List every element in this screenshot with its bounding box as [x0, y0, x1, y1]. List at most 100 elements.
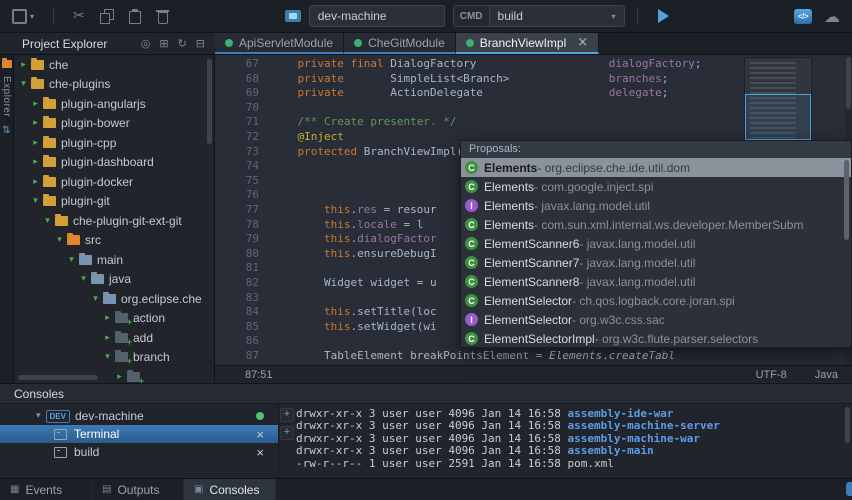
proposal-item[interactable]: C ElementScanner6 - javax.lang.model.util	[461, 234, 851, 253]
tree-item-plugin-docker[interactable]: ▸ plugin-docker	[14, 172, 214, 192]
tab-events[interactable]: Events	[0, 479, 92, 500]
proposal-item[interactable]: I Elements - javax.lang.model.util	[461, 196, 851, 215]
proposal-item[interactable]: C ElementScanner7 - javax.lang.model.util	[461, 253, 851, 272]
encoding-indicator[interactable]: UTF-8	[756, 369, 787, 381]
line-number: 84	[245, 305, 259, 319]
scrollbar-thumb[interactable]	[844, 160, 849, 240]
proposal-item[interactable]: C Elements - com.sun.xml.internal.ws.deve…	[461, 215, 851, 234]
line-number: 67	[245, 57, 259, 70]
chevron-right-icon[interactable]: ▸	[102, 313, 113, 323]
cloud-icon[interactable]: ☁	[824, 7, 840, 26]
proposal-item[interactable]: I ElementSelector - org.w3c.css.sac	[461, 310, 851, 329]
plus-button[interactable]: +	[280, 426, 294, 440]
copy-icon[interactable]	[99, 9, 114, 24]
minimap[interactable]	[744, 57, 812, 143]
chevron-down-icon[interactable]: ▾	[30, 196, 41, 206]
line-number: 73	[245, 144, 259, 158]
close-tab-icon[interactable]: ×	[577, 36, 588, 49]
folder-icon	[43, 155, 56, 168]
chevron-down-icon[interactable]: ▾	[102, 352, 113, 362]
project-folder-icon[interactable]	[1, 58, 12, 68]
tree-item-plugin-git[interactable]: ▾ plugin-git	[14, 192, 214, 212]
console-scrollbar[interactable]	[845, 407, 850, 475]
tree-item-action[interactable]: ▸ + action	[14, 309, 214, 329]
tree-item-plugin-cpp[interactable]: ▸ plugin-cpp	[14, 133, 214, 153]
tab-outputs[interactable]: Outputs	[92, 479, 184, 500]
tree-horizontal-scrollbar[interactable]	[18, 375, 203, 380]
minimap-viewport[interactable]	[745, 94, 811, 140]
tree-item-plugin-bower[interactable]: ▸ plugin-bower	[14, 114, 214, 134]
tree-item-che-plugin-git-ext-git[interactable]: ▾ che-plugin-git-ext-git	[14, 211, 214, 231]
tree-vertical-scrollbar[interactable]	[207, 59, 212, 359]
tree-item-add[interactable]: ▸ + add	[14, 328, 214, 348]
proposal-item[interactable]: C ElementSelectorImpl - org.w3c.flute.par…	[461, 329, 851, 347]
close-icon[interactable]: ×	[256, 446, 264, 459]
command-selector[interactable]: build ▾	[488, 5, 625, 27]
line-number: 71	[245, 115, 259, 129]
code-preview-icon[interactable]: </>	[793, 8, 812, 24]
link-with-editor-icon[interactable]: ⊞	[159, 37, 168, 50]
chevron-down-icon[interactable]: ▾	[90, 294, 101, 304]
editor-tab-CheGitModule[interactable]: CheGitModule	[344, 33, 456, 54]
tree-item-src[interactable]: ▾ src	[14, 231, 214, 251]
chevron-right-icon[interactable]: ▸	[30, 99, 41, 109]
line-number: 86	[245, 334, 259, 348]
refresh-icon[interactable]: ↻	[178, 37, 187, 50]
line-number: 80	[245, 246, 259, 260]
close-icon[interactable]: ×	[256, 428, 264, 441]
class-icon: C	[465, 180, 478, 193]
chevron-down-icon[interactable]: ▾	[42, 216, 53, 226]
tree-item-plugin-dashboard[interactable]: ▸ plugin-dashboard	[14, 153, 214, 173]
tree-item-che[interactable]: ▸ che	[14, 55, 214, 75]
panel-resize-handle[interactable]	[846, 482, 852, 496]
chevron-right-icon[interactable]: ▸	[102, 333, 113, 343]
machine-selector[interactable]: dev-machine	[308, 5, 445, 27]
process-build[interactable]: build ×	[0, 443, 278, 461]
tree-item-org.eclipse.che[interactable]: ▾ org.eclipse.che	[14, 289, 214, 309]
tree-item-main[interactable]: ▾ main	[14, 250, 214, 270]
editor-tab-BranchViewImpl[interactable]: BranchViewImpl ×	[455, 33, 600, 54]
chevron-down-icon[interactable]: ▾	[18, 79, 29, 89]
chevron-down-icon[interactable]: ▾	[78, 274, 89, 284]
process-terminal[interactable]: Terminal ×	[0, 425, 278, 443]
console-icon	[54, 446, 67, 458]
run-button[interactable]	[657, 9, 669, 23]
tree-item-che-plugins[interactable]: ▾ che-plugins	[14, 75, 214, 95]
console-output[interactable]: drwxr-xr-x 3 user user 4096 Jan 14 16:58…	[296, 408, 842, 478]
proposal-item[interactable]: C ElementScanner8 - javax.lang.model.util	[461, 272, 851, 291]
scrollbar-thumb[interactable]	[207, 59, 212, 144]
collapse-all-icon[interactable]: ⊟	[196, 37, 205, 50]
proposal-item[interactable]: C ElementSelector - ch.qos.logback.core.j…	[461, 291, 851, 310]
cut-icon[interactable]: ✂	[73, 8, 85, 24]
chevron-down-icon[interactable]: ▾	[54, 235, 65, 245]
scrollbar-thumb[interactable]	[18, 375, 98, 380]
tree-item-plugin-angularjs[interactable]: ▸ plugin-angularjs	[14, 94, 214, 114]
toolbar-divider	[53, 8, 55, 24]
delete-icon[interactable]	[155, 9, 169, 24]
line-number: 74	[245, 159, 259, 173]
chevron-right-icon[interactable]: ▸	[30, 138, 41, 148]
chevron-right-icon[interactable]: ▸	[30, 118, 41, 128]
terminal-name: Terminal	[74, 427, 120, 441]
tree-item-java[interactable]: ▾ java	[14, 270, 214, 290]
line-number: 78	[245, 217, 259, 231]
chevron-right-icon[interactable]: ▸	[18, 60, 29, 70]
chevron-down-icon[interactable]: ▾	[66, 255, 77, 265]
paste-icon[interactable]	[128, 9, 141, 24]
focus-icon[interactable]: ◎	[141, 37, 151, 50]
process-dev-machine[interactable]: ▾ DEV dev-machine	[0, 407, 278, 425]
chevron-right-icon[interactable]: ▸	[30, 177, 41, 187]
plus-button[interactable]: +	[280, 408, 294, 422]
scrollbar-thumb[interactable]	[846, 57, 851, 109]
chevron-right-icon[interactable]: ▸	[30, 157, 41, 167]
proposals-scrollbar[interactable]	[844, 160, 849, 343]
scrollbar-thumb[interactable]	[845, 407, 850, 443]
editor-tab-ApiServletModule[interactable]: ApiServletModule	[215, 33, 345, 54]
project-menu-icon[interactable]: ▾	[12, 8, 34, 24]
tree-item-branch[interactable]: ▾ + branch	[14, 348, 214, 368]
swap-panel-icon[interactable]: ⇅	[2, 125, 10, 136]
proposal-item[interactable]: C Elements - org.eclipse.che.ide.util.dom	[461, 158, 851, 177]
chevron-down-icon[interactable]: ▾	[36, 411, 41, 421]
tab-consoles[interactable]: Consoles	[184, 479, 276, 500]
proposal-item[interactable]: C Elements - com.google.inject.spi	[461, 177, 851, 196]
